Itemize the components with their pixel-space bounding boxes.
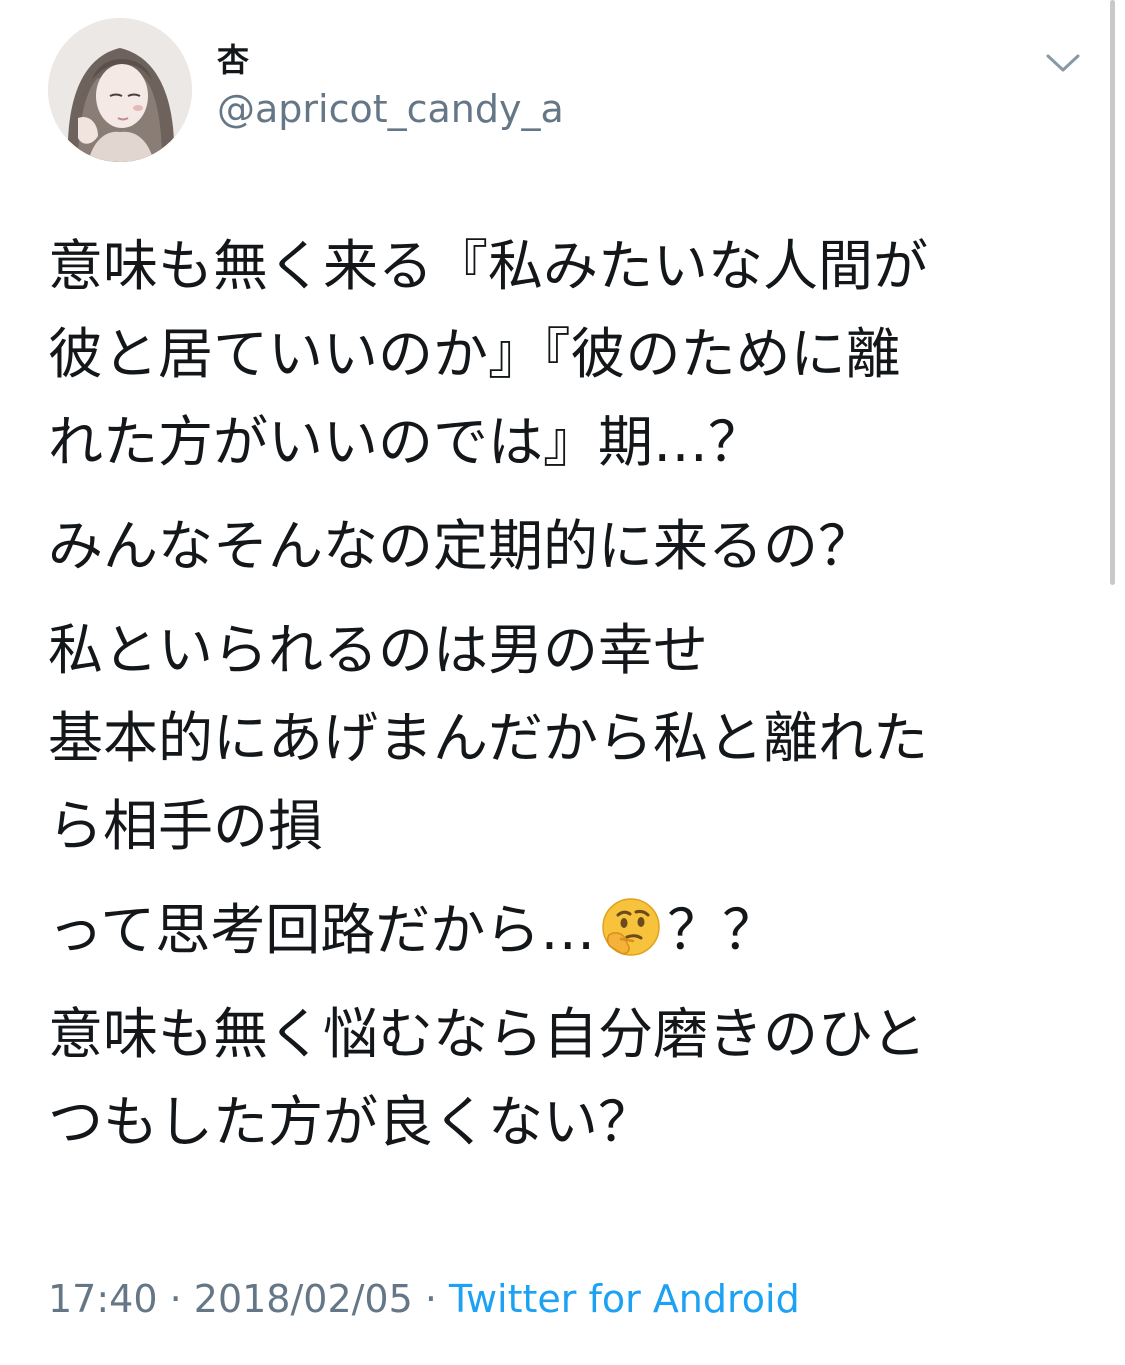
- tweet-line: 意味も無く悩むなら自分磨きのひと: [48, 1002, 927, 1066]
- tweet-paragraph: 私といられるのは男の幸せ 基本的にあげまんだから私と離れた ら相手の損: [48, 606, 1088, 870]
- avatar-illustration-icon: [48, 18, 192, 162]
- tweet-header: 杏 @apricot_candy_a: [0, 0, 1125, 175]
- tweet-line: 意味も無く来る『私みたいな人間が: [48, 234, 929, 298]
- tweet-text-fragment: ？？: [667, 898, 778, 962]
- tweet-detail: 杏 @apricot_candy_a 意味も無く来る『私みたいな人間が 彼と居て…: [0, 0, 1125, 1365]
- tweet-line: って思考回路だから… ？？: [48, 886, 1088, 974]
- tweet-time[interactable]: 17:40: [48, 1277, 158, 1321]
- tweet-line: みんなそんなの定期的に来るの？: [48, 514, 874, 578]
- user-avatar[interactable]: [48, 18, 192, 162]
- tweet-paragraph: って思考回路だから… ？？: [48, 886, 1088, 974]
- tweet-paragraph: 意味も無く来る『私みたいな人間が 彼と居ていいのか』『彼のために離 れた方がいい…: [48, 222, 1088, 486]
- meta-separator: ·: [157, 1277, 194, 1321]
- tweet-line: ら相手の損: [48, 794, 324, 858]
- tweet-date[interactable]: 2018/02/05: [194, 1277, 413, 1321]
- meta-separator: ·: [412, 1277, 450, 1321]
- tweet-source-link[interactable]: Twitter for Android: [449, 1277, 800, 1321]
- tweet-line: つもした方が良くない？: [48, 1090, 654, 1154]
- tweet-text-fragment: って思考回路だから…: [48, 898, 596, 962]
- display-name[interactable]: 杏: [217, 40, 249, 80]
- chevron-down-icon[interactable]: [1040, 46, 1086, 82]
- scrollbar[interactable]: [1110, 0, 1115, 585]
- tweet-paragraph: みんなそんなの定期的に来るの？: [48, 502, 1088, 590]
- thinking-face-icon: [599, 895, 663, 959]
- tweet-text: 意味も無く来る『私みたいな人間が 彼と居ていいのか』『彼のために離 れた方がいい…: [48, 222, 1088, 1166]
- tweet-line: 彼と居ていいのか』『彼のために離: [48, 322, 901, 386]
- tweet-line: 私といられるのは男の幸せ: [48, 618, 709, 682]
- tweet-line: 基本的にあげまんだから私と離れた: [48, 706, 929, 770]
- user-handle[interactable]: @apricot_candy_a: [217, 86, 564, 132]
- tweet-line: れた方がいいのでは』期…？: [48, 410, 764, 474]
- tweet-meta: 17:40 · 2018/02/05 · Twitter for Android: [48, 1275, 800, 1323]
- tweet-paragraph: 意味も無く悩むなら自分磨きのひと つもした方が良くない？: [48, 990, 1088, 1166]
